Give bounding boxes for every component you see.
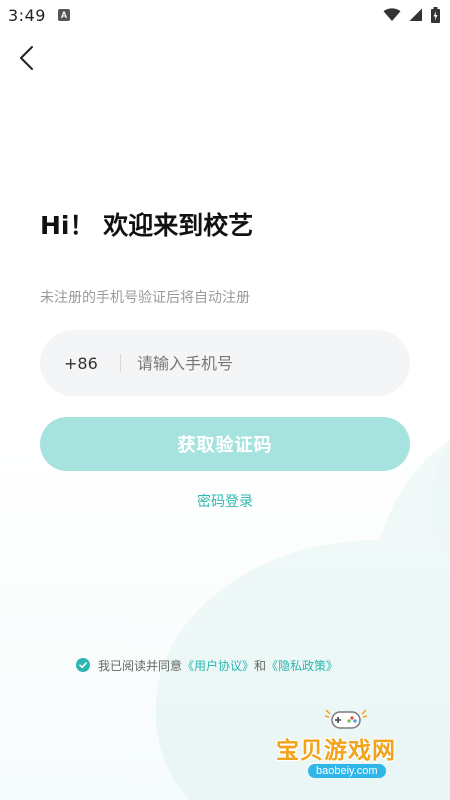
get-code-button[interactable]: 获取验证码 xyxy=(40,417,410,471)
check-icon xyxy=(79,662,87,669)
chevron-left-icon xyxy=(20,46,33,70)
agree-checkbox[interactable] xyxy=(76,658,90,672)
phone-field: +86 xyxy=(40,330,410,396)
gamepad-icon xyxy=(324,709,368,729)
status-bar: 3:49 A xyxy=(0,0,450,30)
back-button[interactable] xyxy=(14,44,42,72)
register-hint: 未注册的手机号验证后将自动注册 xyxy=(40,290,250,306)
privacy-policy-link[interactable]: 《隐私政策》 xyxy=(266,657,338,674)
background-decoration xyxy=(0,0,450,800)
battery-icon xyxy=(431,7,440,23)
watermark-url: baobeiy.com xyxy=(308,764,386,778)
status-icons xyxy=(383,6,440,24)
signal-icon xyxy=(409,8,422,21)
a-icon: A xyxy=(58,9,70,21)
user-agreement-link[interactable]: 《用户协议》 xyxy=(182,657,254,674)
password-login-link[interactable]: 密码登录 xyxy=(0,491,450,511)
divider xyxy=(120,354,121,372)
watermark: 宝贝游戏网 baobeiy.com xyxy=(268,700,428,795)
status-time: 3:49 xyxy=(8,6,46,25)
phone-input[interactable] xyxy=(137,353,386,373)
wifi-icon xyxy=(383,8,401,21)
agreement-row: 我已阅读并同意 《用户协议》 和 《隐私政策》 xyxy=(76,655,338,675)
page-title: Hi！ 欢迎来到校艺 xyxy=(40,211,254,240)
country-code-selector[interactable]: +86 xyxy=(64,354,108,373)
watermark-title: 宝贝游戏网 xyxy=(276,738,396,764)
agreement-and: 和 xyxy=(254,658,267,673)
agreement-prefix: 我已阅读并同意 xyxy=(98,658,183,673)
